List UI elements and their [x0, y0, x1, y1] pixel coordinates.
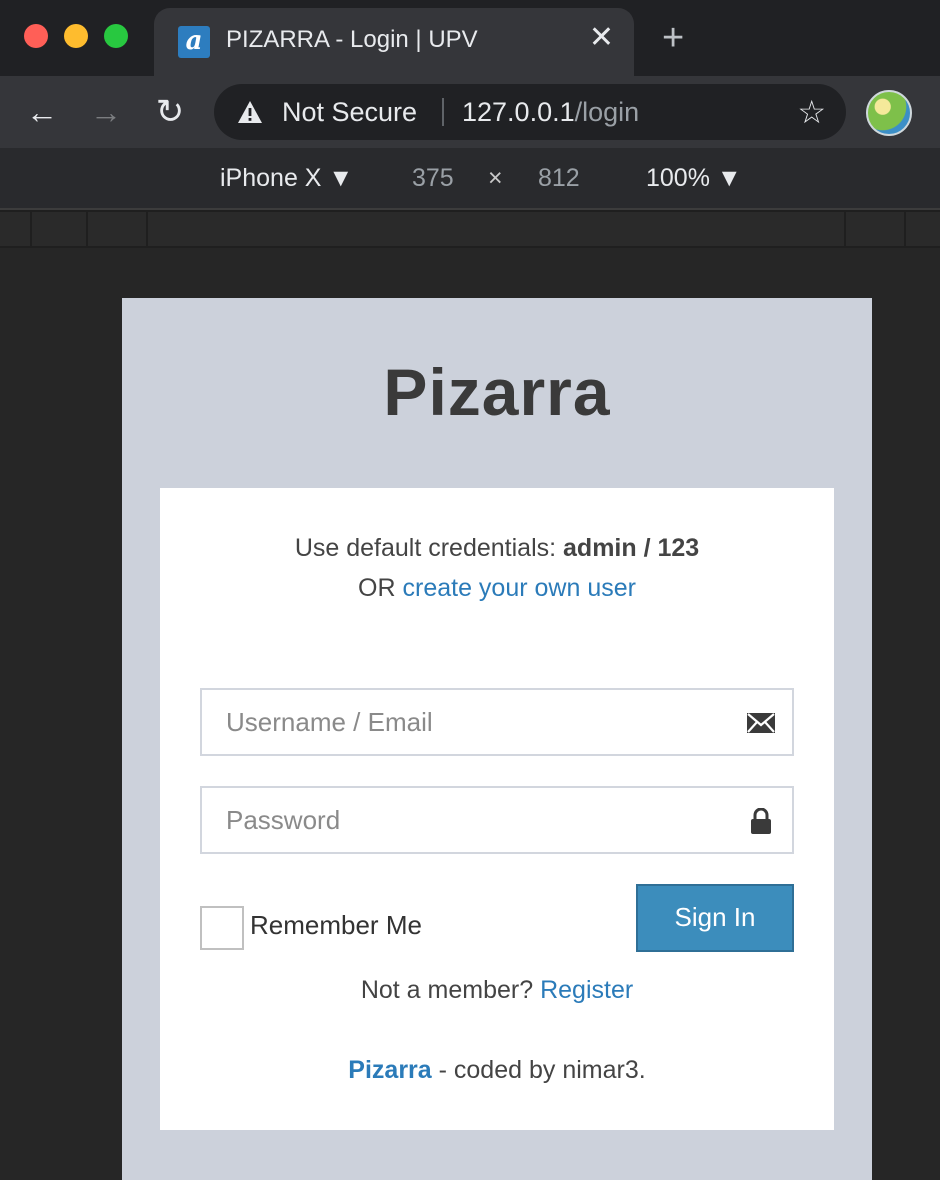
create-user-link[interactable]: create your own user	[403, 574, 636, 602]
device-select[interactable]: iPhone X ▼	[220, 164, 353, 193]
password-field[interactable]	[200, 786, 794, 854]
footer-brand-link[interactable]: Pizarra	[348, 1056, 431, 1084]
create-user-line: OR create your own user	[160, 574, 834, 603]
tab-strip: a PIZARRA - Login | UPV ✕ +	[0, 0, 940, 76]
credentials-prefix: Use default credentials:	[294, 534, 564, 562]
ruler-segment[interactable]	[846, 212, 904, 246]
reload-icon[interactable]: ↻	[150, 92, 190, 132]
footer: Pizarra - coded by nimar3.	[160, 1056, 834, 1085]
page-title: Pizarra	[383, 355, 611, 429]
ruler-segment[interactable]	[906, 212, 940, 246]
minimize-window-button[interactable]	[64, 24, 88, 48]
lock-icon	[751, 808, 771, 834]
back-arrow-icon[interactable]: ←	[22, 92, 62, 132]
username-input[interactable]	[202, 690, 792, 754]
profile-avatar[interactable]	[866, 90, 912, 136]
not-member-text: Not a member?	[360, 976, 541, 1004]
new-tab-button[interactable]: +	[662, 18, 684, 58]
username-field[interactable]	[200, 688, 794, 756]
address-bar[interactable]: Not Secure 127.0.0.1/login ☆	[214, 84, 846, 140]
url-path: /login	[574, 97, 640, 127]
zoom-select[interactable]: 100% ▼	[646, 164, 742, 193]
device-toolbar: iPhone X ▼ 375 × 812 100% ▼	[0, 148, 940, 210]
bookmark-star-icon[interactable]: ☆	[797, 94, 826, 130]
envelope-icon	[747, 713, 775, 733]
browser-toolbar: ← → ↻ Not Secure 127.0.0.1/login ☆	[0, 76, 940, 148]
viewport-width-input[interactable]: 375	[412, 164, 454, 193]
tab-close-icon[interactable]: ✕	[589, 22, 614, 54]
warning-icon[interactable]	[236, 98, 264, 126]
omnibox-divider	[442, 98, 444, 126]
credentials-value: admin / 123	[563, 534, 700, 562]
forward-arrow-icon[interactable]: →	[86, 92, 126, 132]
or-text: OR	[358, 574, 403, 602]
remember-checkbox[interactable]	[200, 906, 244, 950]
ruler-segment[interactable]	[0, 212, 30, 246]
media-query-ruler	[0, 210, 940, 248]
security-status[interactable]: Not Secure	[282, 97, 417, 128]
tab-title: PIZARRA - Login | UPV	[226, 26, 478, 53]
ruler-segment[interactable]	[148, 212, 844, 246]
ruler-segment[interactable]	[88, 212, 146, 246]
page-viewport: Pizarra Use default credentials: admin /…	[122, 298, 872, 1180]
password-input[interactable]	[202, 788, 792, 852]
close-window-button[interactable]	[24, 24, 48, 48]
credentials-hint: Use default credentials: admin / 123	[160, 534, 834, 563]
browser-tab[interactable]: a PIZARRA - Login | UPV ✕	[154, 8, 634, 76]
favicon-icon: a	[178, 26, 210, 58]
url-text[interactable]: 127.0.0.1/login	[462, 97, 639, 128]
remember-label[interactable]: Remember Me	[250, 910, 422, 941]
url-host: 127.0.0.1	[462, 97, 575, 127]
ruler-segment[interactable]	[32, 212, 86, 246]
dimension-separator: ×	[488, 164, 503, 192]
viewport-height-input[interactable]: 812	[538, 164, 580, 193]
register-link[interactable]: Register	[540, 976, 633, 1004]
maximize-window-button[interactable]	[104, 24, 128, 48]
sign-in-button[interactable]: Sign In	[636, 884, 794, 952]
register-line: Not a member? Register	[160, 976, 834, 1005]
login-box: Use default credentials: admin / 123 OR …	[160, 488, 834, 1130]
footer-text: - coded by nimar3.	[431, 1056, 646, 1084]
